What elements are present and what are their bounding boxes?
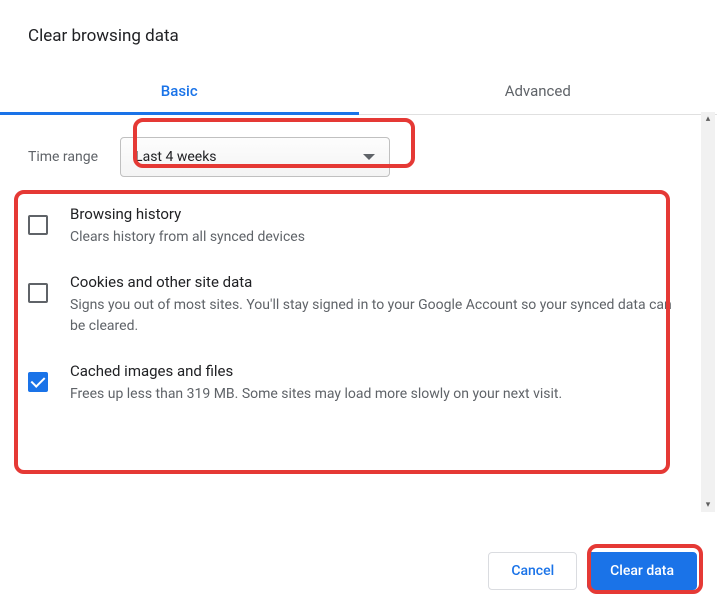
chevron-down-icon xyxy=(363,154,375,160)
time-range-label: Time range xyxy=(28,149,98,165)
dialog-footer: Cancel Clear data xyxy=(488,552,697,590)
dialog-title: Clear browsing data xyxy=(0,0,717,46)
tab-basic-label: Basic xyxy=(161,82,198,100)
option-desc: Frees up less than 319 MB. Some sites ma… xyxy=(70,384,689,404)
clear-data-button[interactable]: Clear data xyxy=(587,552,697,590)
option-title: Cached images and files xyxy=(70,362,689,380)
option-desc: Signs you out of most sites. You'll stay… xyxy=(70,295,689,336)
option-text: Browsing history Clears history from all… xyxy=(70,205,689,247)
tab-advanced-label: Advanced xyxy=(505,82,571,100)
tabs-container: Basic Advanced xyxy=(0,70,717,115)
content-area: Time range Last 4 weeks Browsing history… xyxy=(0,115,717,515)
checkbox-cached[interactable] xyxy=(28,372,48,392)
tab-basic[interactable]: Basic xyxy=(0,70,359,114)
option-title: Browsing history xyxy=(70,205,689,223)
clear-browsing-data-dialog: Clear browsing data Basic Advanced ▴ ▾ T… xyxy=(0,0,717,600)
options-list: Browsing history Clears history from all… xyxy=(28,205,689,404)
option-cookies: Cookies and other site data Signs you ou… xyxy=(28,273,689,336)
time-range-row: Time range Last 4 weeks xyxy=(28,137,689,177)
time-range-selected: Last 4 weeks xyxy=(135,149,363,165)
clear-data-button-label: Clear data xyxy=(610,563,674,579)
option-text: Cookies and other site data Signs you ou… xyxy=(70,273,689,336)
tab-advanced[interactable]: Advanced xyxy=(359,70,717,114)
cancel-button[interactable]: Cancel xyxy=(488,552,577,590)
time-range-dropdown[interactable]: Last 4 weeks xyxy=(120,137,390,177)
option-browsing-history: Browsing history Clears history from all… xyxy=(28,205,689,247)
option-cached: Cached images and files Frees up less th… xyxy=(28,362,689,404)
option-desc: Clears history from all synced devices xyxy=(70,227,689,247)
cancel-button-label: Cancel xyxy=(511,563,554,579)
option-text: Cached images and files Frees up less th… xyxy=(70,362,689,404)
checkbox-cookies[interactable] xyxy=(28,283,48,303)
checkbox-browsing-history[interactable] xyxy=(28,215,48,235)
option-title: Cookies and other site data xyxy=(70,273,689,291)
